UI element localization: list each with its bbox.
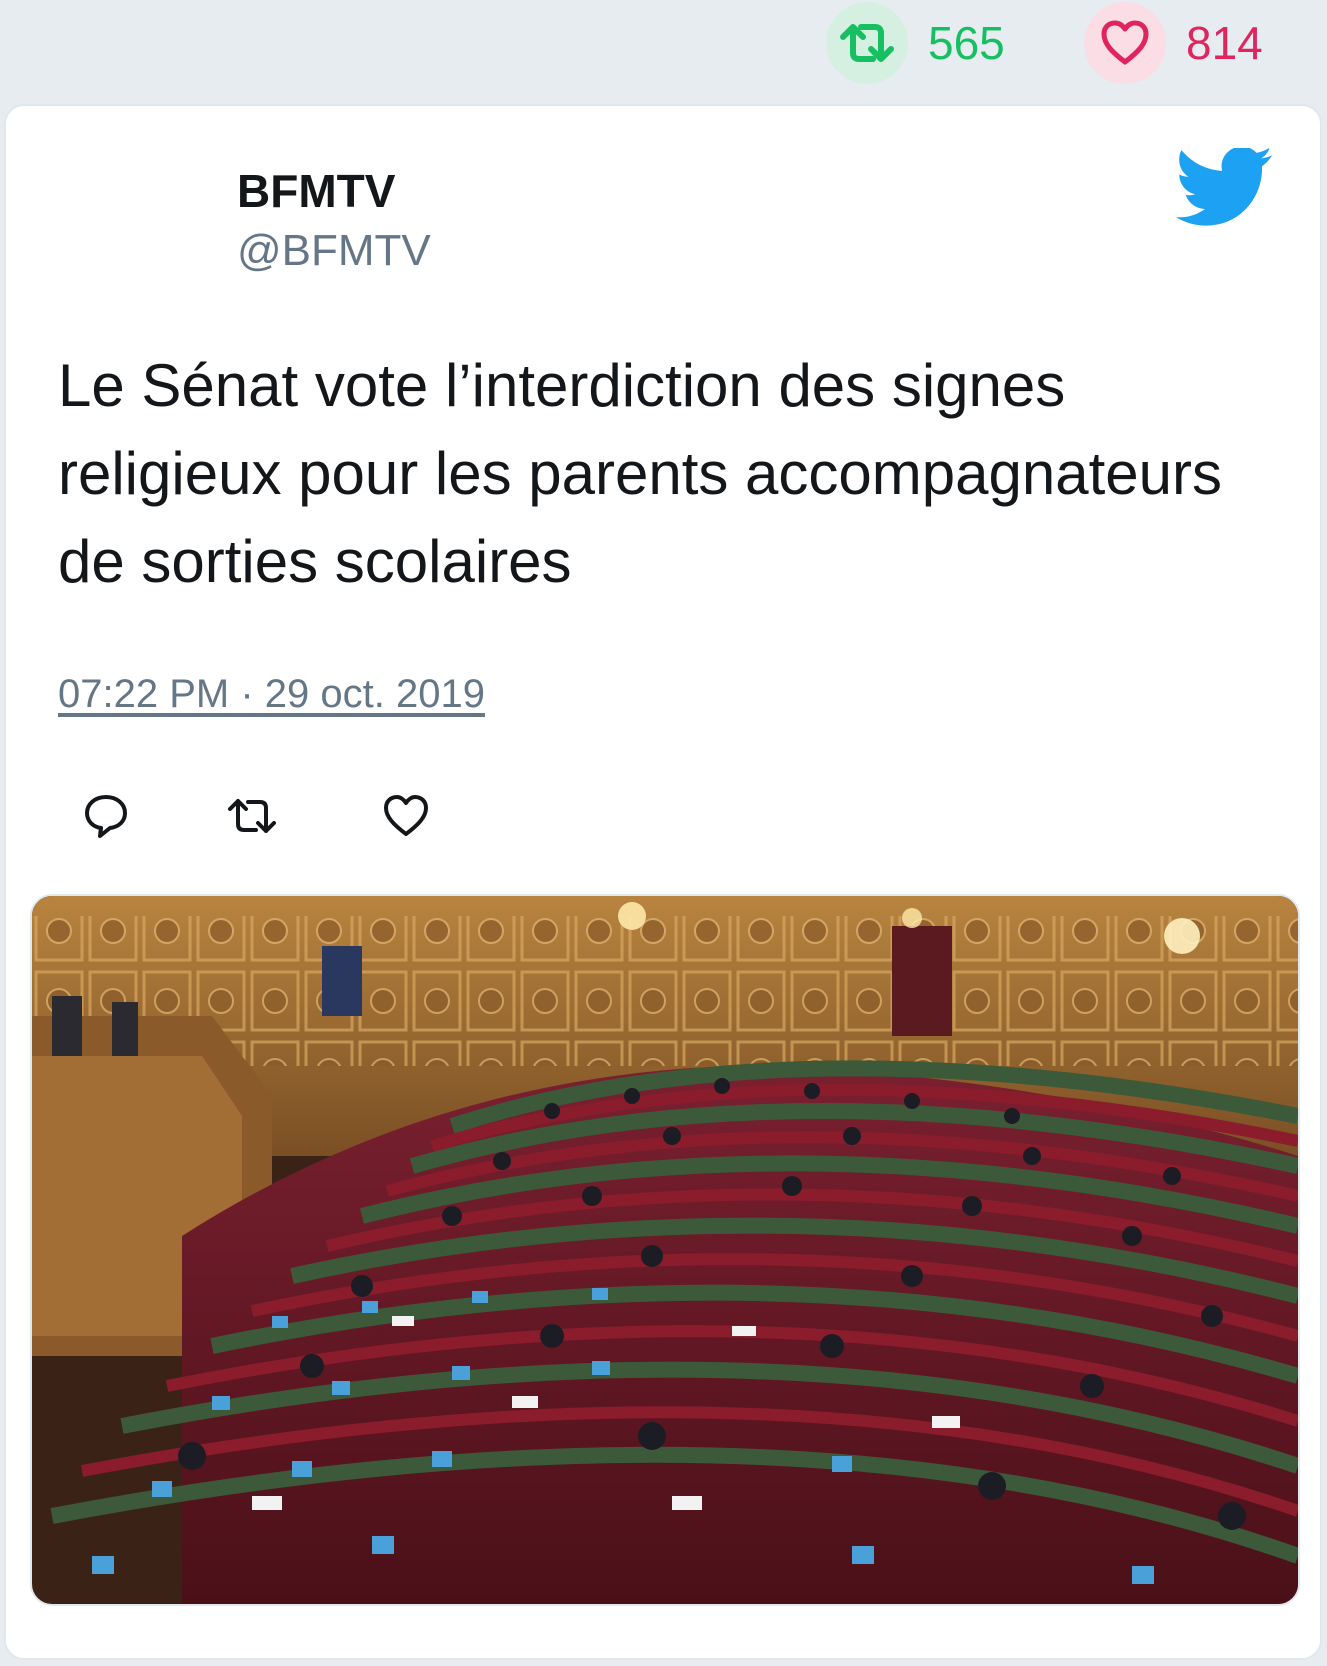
engagement-stats: 565 814 xyxy=(0,0,1327,100)
retweet-action-icon xyxy=(228,799,276,833)
heart-icon xyxy=(1084,2,1166,84)
tweet-media-image[interactable] xyxy=(30,894,1300,1606)
like-action-icon xyxy=(384,795,428,836)
reply-icon xyxy=(85,795,127,838)
avatar[interactable] xyxy=(56,156,176,276)
like-count: 814 xyxy=(1186,17,1263,69)
reply-button[interactable] xyxy=(76,786,136,846)
user-handle[interactable]: @BFMTV xyxy=(237,226,431,275)
tweet-card: BFMTV @BFMTV Le Sénat vote l’interdictio… xyxy=(4,104,1322,1660)
twitter-bird-icon[interactable] xyxy=(1175,146,1276,232)
like-button[interactable] xyxy=(376,786,436,846)
retweet-icon xyxy=(826,2,908,84)
tweet-timestamp[interactable]: 07:22 PM · 29 oct. 2019 xyxy=(58,672,485,716)
retweet-button[interactable] xyxy=(222,786,282,846)
retweet-count: 565 xyxy=(928,17,1005,69)
display-name[interactable]: BFMTV xyxy=(237,166,395,217)
like-stat[interactable]: 814 xyxy=(1084,2,1263,84)
retweet-stat[interactable]: 565 xyxy=(826,2,1005,84)
tweet-text: Le Sénat vote l’interdiction des signes … xyxy=(58,352,1222,595)
